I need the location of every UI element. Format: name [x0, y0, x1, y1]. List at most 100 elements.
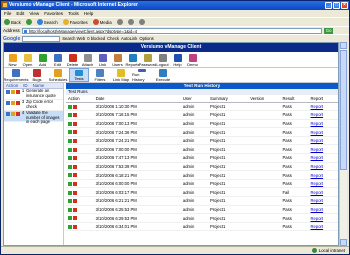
delete-icon[interactable]	[73, 225, 77, 229]
checkmark-icon[interactable]	[68, 225, 72, 229]
checkmark-icon[interactable]	[68, 147, 72, 152]
minimize-button[interactable]: _	[325, 2, 332, 9]
go-button[interactable]: Go	[323, 27, 334, 34]
google-search-input[interactable]	[22, 35, 61, 42]
checkmark-icon[interactable]	[68, 216, 72, 221]
checkmark-icon[interactable]	[68, 139, 72, 144]
delete-icon[interactable]	[73, 121, 77, 126]
new-button[interactable]: New	[6, 52, 19, 67]
logout-button[interactable]: Logout	[156, 52, 169, 67]
tab-tests[interactable]: Tests	[69, 68, 89, 82]
google-toolbar-item-0[interactable]: Search Web	[62, 36, 85, 41]
checkmark-icon[interactable]	[68, 182, 72, 187]
checkmark-icon[interactable]	[68, 199, 72, 204]
delete-icon[interactable]	[73, 164, 77, 169]
ie-toolbar-button-7[interactable]	[138, 19, 145, 25]
ie-toolbar-button-4[interactable]: Media	[92, 19, 112, 25]
link-icon[interactable]	[11, 112, 15, 116]
tab-link-map[interactable]: Link Map	[111, 68, 131, 82]
scroll-down-button[interactable]	[340, 239, 347, 246]
delete-icon[interactable]	[73, 216, 77, 221]
users-button[interactable]: Users	[111, 52, 124, 67]
demo-button[interactable]: Demo	[186, 52, 199, 67]
delete-icon[interactable]	[73, 113, 77, 118]
tab-requirements[interactable]: Requirements	[4, 68, 28, 82]
menu-item-view[interactable]: View	[29, 10, 39, 17]
delete-icon[interactable]	[73, 139, 77, 144]
google-toolbar-item-1[interactable]: 0 blocked	[87, 36, 105, 41]
delete-button[interactable]: Delete	[66, 52, 79, 67]
attach-button[interactable]: Attach	[81, 52, 94, 67]
delete-icon[interactable]	[73, 207, 77, 212]
menu-item-favorites[interactable]: Favorites	[44, 10, 63, 17]
report-link[interactable]: Report	[308, 153, 338, 163]
password-button[interactable]: Password	[139, 52, 156, 67]
add-button[interactable]: Add	[36, 52, 49, 67]
help-button[interactable]: Help	[171, 52, 184, 67]
tab-run-history[interactable]: Run History	[132, 68, 152, 82]
edit-button[interactable]: Edit	[51, 52, 64, 67]
address-input[interactable]: http://localhost/vManage/viewClient.aspx…	[21, 27, 322, 34]
scroll-thumb[interactable]	[340, 50, 347, 170]
delete-icon[interactable]	[73, 156, 77, 161]
report-link[interactable]: Report	[308, 213, 338, 223]
checkmark-icon[interactable]	[68, 190, 72, 195]
reports-button[interactable]: Reports	[126, 52, 140, 67]
report-link[interactable]: Report	[308, 119, 338, 129]
tab-bugs[interactable]: Bugs	[27, 68, 47, 82]
report-link[interactable]: Report	[308, 102, 338, 112]
link-icon[interactable]	[11, 90, 15, 94]
maximize-button[interactable]: □	[333, 2, 340, 9]
google-toolbar-item-2[interactable]: Check	[107, 36, 119, 41]
tab-filters[interactable]: Filters	[90, 68, 110, 82]
menu-item-file[interactable]: File	[4, 10, 11, 17]
checkmark-icon[interactable]	[68, 104, 72, 109]
menu-item-help[interactable]: Help	[84, 10, 93, 17]
delete-icon[interactable]	[73, 199, 77, 204]
report-link[interactable]: Report	[308, 179, 338, 189]
scroll-up-button[interactable]	[340, 42, 347, 49]
tab-execute[interactable]: Execute	[153, 68, 173, 82]
report-link[interactable]: Report	[308, 162, 338, 172]
ie-toolbar-button-2[interactable]: Search	[36, 19, 58, 25]
checkmark-icon[interactable]	[68, 121, 72, 126]
link-icon[interactable]	[11, 101, 15, 105]
menu-item-edit[interactable]: Edit	[16, 10, 24, 17]
open-button[interactable]: Open	[21, 52, 34, 67]
report-link[interactable]: Report	[308, 170, 338, 180]
delete-icon[interactable]	[73, 173, 77, 178]
checkmark-icon[interactable]	[68, 113, 72, 118]
ie-toolbar-button-6[interactable]	[127, 19, 134, 25]
edit-icon[interactable]	[6, 112, 10, 116]
edit-icon[interactable]	[6, 101, 10, 105]
ie-toolbar-button-0[interactable]: Back	[4, 19, 21, 25]
google-toolbar-item-3[interactable]: AutoLink	[121, 36, 137, 41]
ie-toolbar-button-1[interactable]	[25, 19, 32, 25]
link-button[interactable]: Link	[96, 52, 109, 67]
delete-icon[interactable]	[73, 190, 77, 195]
report-link[interactable]: Report	[308, 205, 338, 215]
vertical-scrollbar[interactable]	[339, 42, 347, 246]
close-button[interactable]: ×	[341, 2, 348, 9]
delete-icon[interactable]	[16, 101, 20, 105]
checkmark-icon[interactable]	[68, 164, 72, 169]
report-link[interactable]: Report	[308, 222, 338, 232]
report-link[interactable]: Report	[308, 196, 338, 206]
delete-icon[interactable]	[16, 112, 20, 116]
delete-icon[interactable]	[16, 90, 20, 94]
checkmark-icon[interactable]	[68, 130, 72, 135]
ie-toolbar-button-5[interactable]	[116, 19, 123, 25]
ie-toolbar-button-3[interactable]: Favorites	[62, 19, 88, 25]
google-toolbar-item-4[interactable]: Options	[139, 36, 153, 41]
checkmark-icon[interactable]	[68, 156, 72, 161]
delete-icon[interactable]	[73, 130, 77, 135]
tab-schedules[interactable]: Schedules	[48, 68, 68, 82]
requirement-row[interactable]: 4 Validate the number of images in each p…	[4, 110, 63, 124]
delete-icon[interactable]	[73, 104, 77, 109]
report-link[interactable]: Report	[308, 144, 338, 155]
delete-icon[interactable]	[73, 182, 77, 187]
requirement-row[interactable]: 1 Generate an insurance quote	[4, 88, 63, 100]
requirement-row[interactable]: 3 Zip Code error check	[4, 99, 63, 111]
checkmark-icon[interactable]	[68, 173, 72, 178]
report-link[interactable]: Report	[308, 136, 338, 146]
